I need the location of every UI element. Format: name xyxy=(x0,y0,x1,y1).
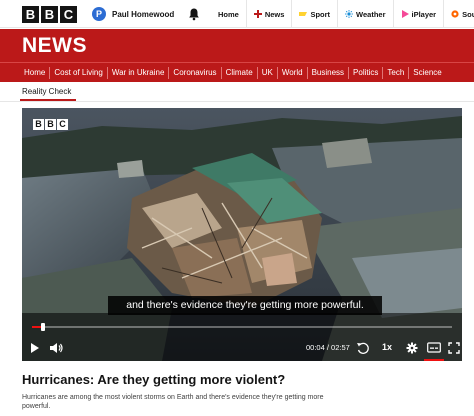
global-nav-label: Weather xyxy=(356,9,386,19)
bbc-logo-letter: C xyxy=(60,6,77,23)
news-nav-item[interactable]: War in Ukraine xyxy=(106,66,169,79)
global-nav-sounds[interactable]: Sounds xyxy=(443,0,474,28)
video-frame-image xyxy=(22,108,462,361)
global-header: B B C P Paul Homewood Home News Sport We… xyxy=(0,0,474,28)
news-nav-item[interactable]: Tech xyxy=(382,66,408,79)
news-title[interactable]: NEWS xyxy=(22,34,87,58)
news-nav-item[interactable]: Science xyxy=(408,66,445,79)
subtitles-icon[interactable] xyxy=(427,341,441,355)
news-nav-item[interactable]: Business xyxy=(306,66,348,79)
global-nav-label: News xyxy=(264,9,285,19)
iplayer-icon xyxy=(401,10,409,18)
video-subtitle: and there's evidence they're getting mor… xyxy=(108,296,382,315)
news-nav-item[interactable]: Home xyxy=(20,67,49,79)
news-nav-item[interactable]: Climate xyxy=(220,66,257,79)
article-headline[interactable]: Hurricanes: Are they getting more violen… xyxy=(22,372,285,387)
avatar: P xyxy=(92,7,106,21)
news-nav-item[interactable]: Cost of Living xyxy=(49,66,106,79)
news-nav-item[interactable]: World xyxy=(276,66,307,79)
play-icon[interactable] xyxy=(30,341,40,355)
subsection-reality-check[interactable]: Reality Check xyxy=(22,87,71,96)
sport-icon xyxy=(299,12,308,16)
sounds-icon xyxy=(451,10,459,18)
global-nav-label: Sounds xyxy=(462,9,474,19)
video-progress-bar[interactable] xyxy=(32,323,452,331)
account-link[interactable]: P Paul Homewood xyxy=(92,7,174,21)
video-scrub-handle[interactable] xyxy=(40,323,45,331)
video-player[interactable]: B B C and there's evidence they're getti… xyxy=(22,108,462,361)
settings-gear-icon[interactable] xyxy=(406,341,418,355)
fullscreen-icon[interactable] xyxy=(448,341,460,355)
global-nav-label: iPlayer xyxy=(411,9,437,19)
playback-speed-button[interactable]: 1x xyxy=(382,342,392,352)
volume-icon[interactable] xyxy=(49,341,63,355)
notification-bell-icon[interactable] xyxy=(187,7,201,21)
rewind-10-icon[interactable] xyxy=(356,341,370,355)
global-nav-sport[interactable]: Sport xyxy=(291,0,337,28)
video-bbc-logo: B B C xyxy=(33,119,68,130)
weather-icon xyxy=(345,10,354,18)
global-nav-label: Home xyxy=(218,9,239,19)
bbc-logo-letter: B xyxy=(41,6,58,23)
news-nav-item[interactable]: Coronavirus xyxy=(168,66,220,79)
account-name: Paul Homewood xyxy=(112,9,175,19)
video-logo-letter: C xyxy=(57,119,68,130)
video-controls: 00:04 / 02:57 1x xyxy=(22,334,462,361)
video-time: 00:04 / 02:57 xyxy=(306,343,350,352)
news-icon xyxy=(253,10,262,18)
news-nav-item[interactable]: UK xyxy=(256,66,277,79)
news-section-nav: Home Cost of Living War in Ukraine Coron… xyxy=(0,62,474,82)
global-nav-home[interactable]: Home xyxy=(218,0,246,28)
global-nav-label: Sport xyxy=(310,9,331,19)
subtitles-active-indicator xyxy=(424,359,444,361)
global-nav-news[interactable]: News xyxy=(245,0,292,28)
news-nav-item[interactable]: Politics xyxy=(348,66,382,79)
bbc-logo-letter: B xyxy=(22,6,39,23)
bbc-logo[interactable]: B B C xyxy=(22,6,77,23)
video-logo-letter: B xyxy=(45,119,56,130)
global-nav-weather[interactable]: Weather xyxy=(337,0,392,28)
divider xyxy=(0,101,474,102)
global-nav: Home News Sport Weather iPlayer Sounds xyxy=(218,0,474,28)
global-nav-iplayer[interactable]: iPlayer xyxy=(392,0,444,28)
article-summary: Hurricanes are among the most violent st… xyxy=(22,394,324,410)
video-logo-letter: B xyxy=(33,119,44,130)
